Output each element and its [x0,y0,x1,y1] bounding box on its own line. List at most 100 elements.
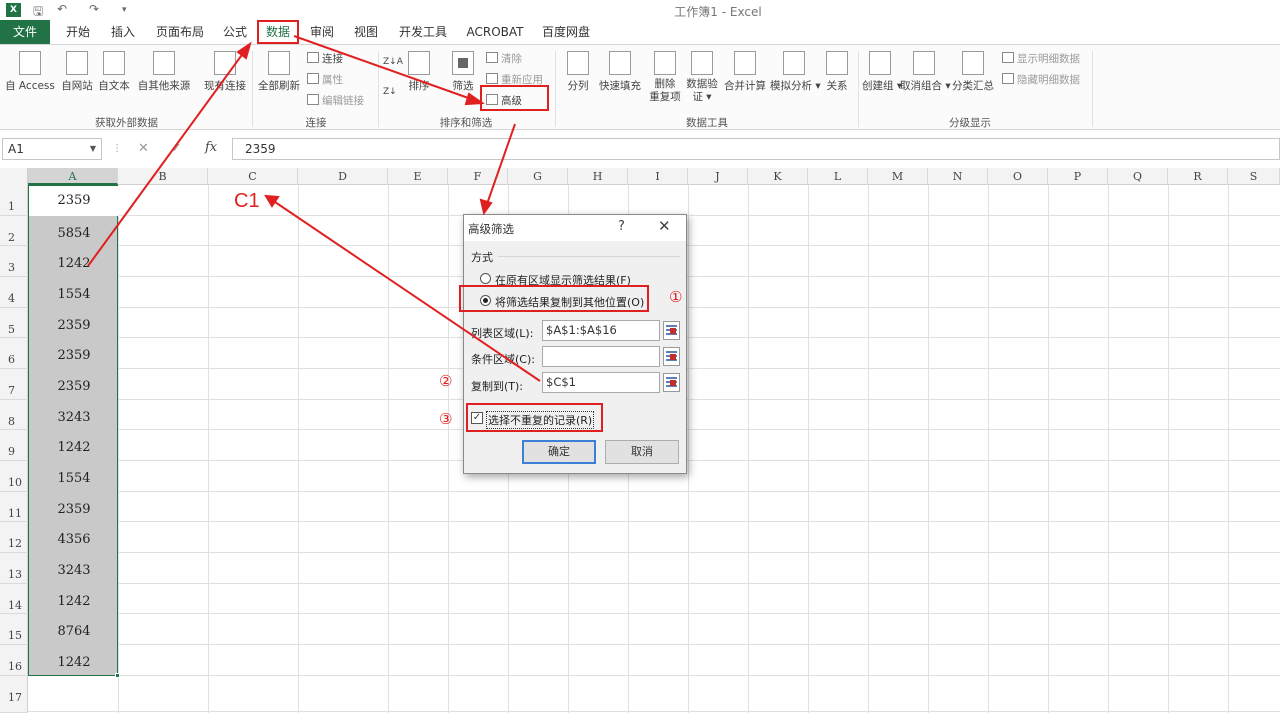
fill-handle[interactable] [115,673,120,678]
from-access-button[interactable]: 自 Access [4,51,56,93]
cell-a5[interactable]: 2359 [29,308,119,338]
cell-a1[interactable]: 2359 [29,186,119,216]
row-header[interactable]: 13 [0,553,28,584]
column-header[interactable]: B [118,168,208,185]
row-header[interactable]: 4 [0,277,28,308]
criteria-range-input[interactable] [542,346,660,367]
column-header[interactable]: C [208,168,298,185]
column-header[interactable]: G [508,168,568,185]
row-header[interactable]: 1 [0,185,28,216]
cell-a13[interactable]: 3243 [29,553,119,584]
tab-formulas[interactable]: 公式 [218,20,252,44]
column-header[interactable]: A [28,168,118,185]
tab-developer[interactable]: 开发工具 [393,20,453,44]
row-header[interactable]: 10 [0,461,28,492]
what-if-analysis-button[interactable]: 模拟分析 ▾ [770,51,821,93]
data-validation-button[interactable]: 数据验 证 ▾ [684,51,720,104]
existing-connections-button[interactable]: 现有连接 [201,51,249,93]
row-header[interactable]: 9 [0,430,28,461]
filter-button[interactable]: 筛选 [446,51,480,93]
column-header[interactable]: O [988,168,1048,185]
chevron-down-icon[interactable]: ▼ [90,139,96,159]
cell-a3[interactable]: 1242 [29,246,119,277]
remove-duplicates-button[interactable]: 删除 重复项 [646,51,684,104]
cell-a15[interactable]: 8764 [29,614,119,645]
sort-button[interactable]: 排序 [402,51,436,93]
column-header[interactable]: J [688,168,748,185]
row-header[interactable]: 12 [0,522,28,553]
cell-a6[interactable]: 2359 [29,338,119,369]
row-header[interactable]: 5 [0,308,28,338]
drag-handle-icon[interactable]: ⋮ [112,143,122,154]
from-other-sources-button[interactable]: 自其他来源 [134,51,194,93]
cell-a9[interactable]: 1242 [29,430,119,461]
subtotal-button[interactable]: 分类汇总 [949,51,997,93]
formula-input[interactable]: 2359 [232,138,1280,160]
sort-ascending-icon[interactable]: Z↓A [383,57,403,67]
relationships-button[interactable]: 关系 [822,51,852,93]
ok-button[interactable]: 确定 [522,440,596,464]
cancel-button[interactable]: 取消 [605,440,679,464]
radio-filter-in-place[interactable] [480,273,491,284]
edit-links-button[interactable]: 编辑链接 [307,93,364,108]
row-header[interactable]: 7 [0,369,28,400]
flash-fill-button[interactable]: 快速填充 [596,51,644,93]
help-icon[interactable]: ? [618,219,625,234]
column-header[interactable]: D [298,168,388,185]
tab-home[interactable]: 开始 [60,20,96,44]
connections-button[interactable]: 连接 [307,51,343,66]
collapse-dialog-icon[interactable] [663,347,680,366]
selected-range-a1-a16[interactable]: 2359 5854 1242 1554 2359 2359 2359 3243 … [28,185,119,676]
name-box[interactable]: A1 ▼ [2,138,102,160]
sort-descending-icon[interactable]: Z↓ [383,87,397,97]
consolidate-button[interactable]: 合并计算 [721,51,769,93]
column-header[interactable]: S [1228,168,1280,185]
cell-a14[interactable]: 1242 [29,584,119,614]
cell-a12[interactable]: 4356 [29,522,119,553]
cell-a8[interactable]: 3243 [29,400,119,430]
row-header[interactable]: 14 [0,584,28,614]
column-header[interactable]: P [1048,168,1108,185]
properties-button[interactable]: 属性 [307,72,343,87]
row-header[interactable]: 11 [0,492,28,522]
collapse-dialog-icon[interactable] [663,373,680,392]
from-web-button[interactable]: 自网站 [59,51,95,93]
column-header[interactable]: N [928,168,988,185]
cell-a7[interactable]: 2359 [29,369,119,400]
row-header[interactable]: 16 [0,645,28,676]
cell-a10[interactable]: 1554 [29,461,119,492]
row-header[interactable]: 6 [0,338,28,369]
row-header[interactable]: 8 [0,400,28,430]
column-header[interactable]: M [868,168,928,185]
text-to-columns-button[interactable]: 分列 [563,51,593,93]
refresh-all-button[interactable]: 全部刷新 [256,51,302,93]
select-all-corner[interactable] [0,168,28,185]
ungroup-button[interactable]: 取消组合 ▾ [900,51,951,93]
row-header[interactable]: 17 [0,676,28,713]
column-header[interactable]: Q [1108,168,1168,185]
insert-function-icon[interactable]: fx [205,140,217,155]
column-header[interactable]: I [628,168,688,185]
row-header[interactable]: 15 [0,614,28,645]
group-button[interactable]: 创建组 ▾ [862,51,902,93]
clear-filter-button[interactable]: 清除 [486,51,522,66]
from-text-button[interactable]: 自文本 [96,51,132,93]
row-header[interactable]: 3 [0,246,28,277]
show-detail-button[interactable]: 显示明细数据 [1002,51,1080,66]
tab-file[interactable]: 文件 [0,20,50,44]
enter-icon[interactable]: ✓ [171,141,182,156]
tab-view[interactable]: 视图 [348,20,384,44]
copy-to-input[interactable]: $C$1 [542,372,660,393]
cell-a11[interactable]: 2359 [29,492,119,522]
tab-baidu-netdisk[interactable]: 百度网盘 [536,20,596,44]
column-header[interactable]: E [388,168,448,185]
column-header[interactable]: K [748,168,808,185]
tab-acrobat[interactable]: ACROBAT [462,20,528,44]
hide-detail-button[interactable]: 隐藏明细数据 [1002,72,1080,87]
column-header[interactable]: L [808,168,868,185]
column-header[interactable]: F [448,168,508,185]
tab-insert[interactable]: 插入 [106,20,140,44]
tab-data[interactable]: 数据 [257,20,299,44]
collapse-dialog-icon[interactable] [663,321,680,340]
tab-review[interactable]: 审阅 [304,20,340,44]
